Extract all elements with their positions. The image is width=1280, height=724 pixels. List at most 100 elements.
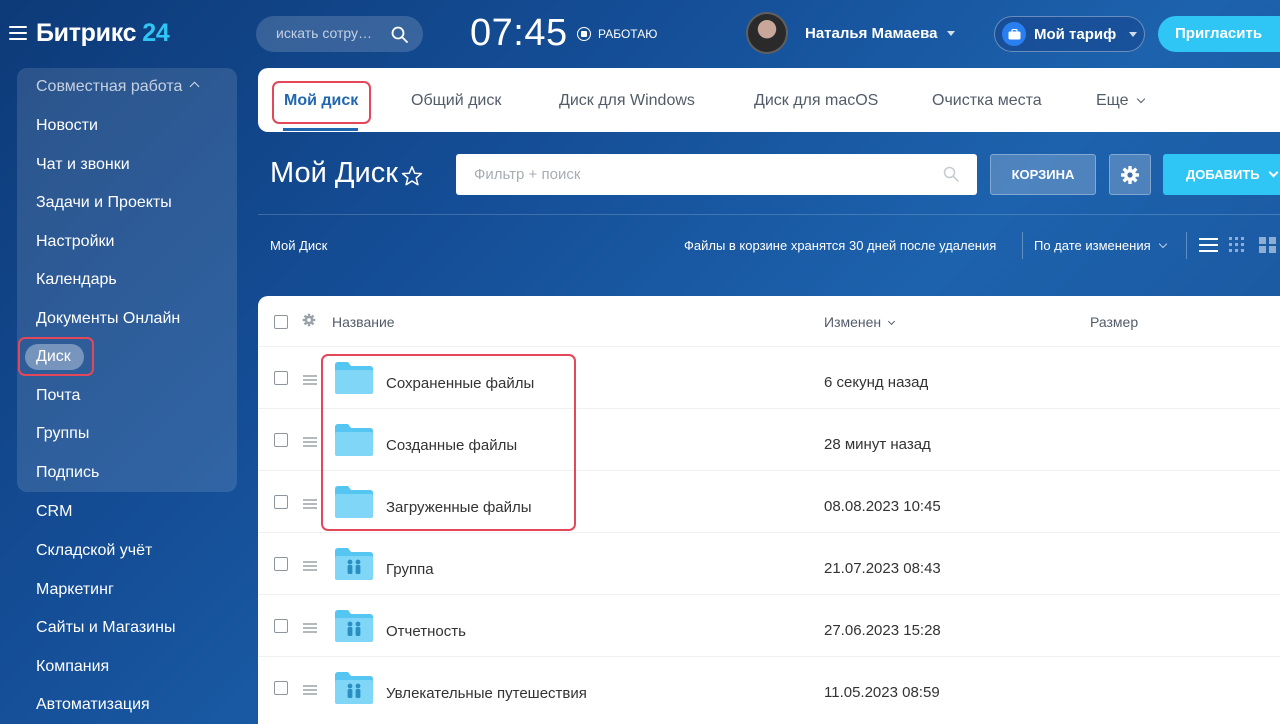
tab-disk-windows[interactable]: Диск для Windows [559, 92, 695, 110]
column-settings-gear-icon[interactable] [302, 313, 316, 327]
sort-label: По дате изменения [1034, 238, 1151, 253]
sidebar-item-mail[interactable]: Почта [36, 387, 80, 405]
table-row[interactable]: Загруженные файлы 08.08.2023 10:45 [258, 470, 1280, 532]
tab-more[interactable]: Еще [1096, 92, 1145, 110]
sidebar-item-sites[interactable]: Сайты и Магазины [36, 619, 175, 637]
group-folder-icon[interactable] [335, 548, 373, 580]
file-modified: 28 минут назад [824, 436, 931, 453]
sidebar-group-title: Совместная работа [36, 78, 183, 95]
sidebar-item-inventory[interactable]: Складской учёт [36, 542, 152, 560]
table-row[interactable]: Сохраненные файлы 6 секунд назад [258, 346, 1280, 408]
file-modified: 21.07.2023 08:43 [824, 560, 941, 577]
group-folder-icon[interactable] [335, 672, 373, 704]
drag-handle-icon[interactable] [303, 561, 317, 571]
sidebar-item-tasks[interactable]: Задачи и Проекты [36, 194, 172, 212]
menu-burger-icon[interactable] [9, 26, 27, 41]
sidebar-item-news[interactable]: Новости [36, 117, 98, 135]
breadcrumb[interactable]: Мой Диск [270, 238, 327, 253]
file-name[interactable]: Сохраненные файлы [386, 375, 534, 392]
employee-search-input[interactable] [276, 25, 384, 41]
top-bar: Битрикс24 07:45 РАБОТАЮ Наталья Мамаева … [0, 0, 1280, 68]
user-menu[interactable]: Наталья Мамаева [746, 12, 955, 54]
add-button[interactable]: ДОБАВИТЬ [1163, 154, 1280, 195]
chevron-down-icon [1136, 94, 1145, 104]
drag-handle-icon[interactable] [303, 685, 317, 695]
folder-icon[interactable] [335, 486, 373, 518]
column-header-modified[interactable]: Изменен [824, 314, 896, 330]
filter-search-input[interactable] [474, 166, 934, 183]
sidebar-group-header[interactable]: Совместная работа [36, 78, 200, 96]
sidebar-item-settings[interactable]: Настройки [36, 233, 114, 251]
grid-small-view-icon[interactable] [1229, 236, 1246, 253]
drag-handle-icon[interactable] [303, 375, 317, 385]
avatar[interactable] [746, 12, 788, 54]
row-checkbox[interactable] [274, 619, 288, 633]
search-icon[interactable] [943, 166, 959, 182]
drag-handle-icon[interactable] [303, 623, 317, 633]
column-header-name[interactable]: Название [332, 314, 395, 330]
active-tab-underline [283, 128, 358, 131]
row-checkbox[interactable] [274, 681, 288, 695]
file-name[interactable]: Отчетность [386, 623, 466, 640]
chevron-down-icon [888, 317, 896, 326]
table-row[interactable]: Созданные файлы 28 минут назад [258, 408, 1280, 470]
sidebar-item-disk[interactable]: Диск [36, 348, 71, 366]
tab-more-label: Еще [1096, 92, 1129, 109]
folder-icon[interactable] [335, 362, 373, 394]
column-header-size[interactable]: Размер [1090, 314, 1138, 330]
row-checkbox[interactable] [274, 495, 288, 509]
table-row[interactable]: Группа 21.07.2023 08:43 [258, 532, 1280, 594]
file-name[interactable]: Группа [386, 561, 434, 578]
table-row[interactable]: Увлекательные путешествия 11.05.2023 08:… [258, 656, 1280, 718]
file-name[interactable]: Созданные файлы [386, 437, 517, 454]
drag-handle-icon[interactable] [303, 499, 317, 509]
file-name[interactable]: Загруженные файлы [386, 499, 532, 516]
tab-disk-macos[interactable]: Диск для macOS [754, 92, 878, 110]
search-icon[interactable] [391, 26, 408, 43]
row-checkbox[interactable] [274, 433, 288, 447]
sidebar-item-company[interactable]: Компания [36, 658, 109, 676]
logo[interactable]: Битрикс 24 [36, 19, 170, 48]
sidebar-item-documents[interactable]: Документы Онлайн [36, 310, 180, 328]
divider [1186, 232, 1187, 259]
employee-search[interactable] [256, 16, 423, 52]
clock: 07:45 [470, 12, 568, 54]
user-name: Наталья Мамаева [805, 24, 938, 42]
sidebar-item-calendar[interactable]: Календарь [36, 271, 117, 289]
invite-button[interactable]: Пригласить [1158, 16, 1280, 52]
folder-icon[interactable] [335, 424, 373, 456]
sort-dropdown[interactable]: По дате изменения [1034, 238, 1167, 253]
divider [258, 214, 1280, 215]
tab-cleanup[interactable]: Очистка места [932, 92, 1042, 110]
disk-tab-bar: Мой диск Общий диск Диск для Windows Дис… [258, 68, 1280, 132]
row-checkbox[interactable] [274, 557, 288, 571]
drag-handle-icon[interactable] [303, 437, 317, 447]
grid-large-view-icon[interactable] [1259, 236, 1276, 253]
divider [1022, 232, 1023, 259]
filter-search[interactable] [456, 154, 977, 195]
logo-number: 24 [142, 19, 170, 47]
tab-common-disk[interactable]: Общий диск [411, 92, 501, 110]
sidebar-item-automation[interactable]: Автоматизация [36, 696, 150, 714]
tariff-button[interactable]: Мой тариф [994, 16, 1145, 52]
group-folder-icon[interactable] [335, 610, 373, 642]
work-status-button[interactable]: РАБОТАЮ [577, 27, 657, 41]
sidebar-item-chat[interactable]: Чат и звонки [36, 156, 130, 174]
trash-button[interactable]: КОРЗИНА [990, 154, 1096, 195]
sidebar-item-groups[interactable]: Группы [36, 425, 89, 443]
tab-my-disk[interactable]: Мой диск [284, 92, 358, 110]
favorite-star-icon[interactable] [400, 164, 424, 188]
select-all-checkbox[interactable] [274, 315, 288, 329]
settings-button[interactable] [1109, 154, 1151, 195]
file-name[interactable]: Увлекательные путешествия [386, 685, 587, 702]
sidebar-item-crm[interactable]: CRM [36, 503, 72, 521]
sidebar-item-signature[interactable]: Подпись [36, 464, 99, 482]
chevron-down-icon [1158, 239, 1167, 249]
chevron-down-icon [1129, 31, 1138, 37]
chevron-down-icon [1268, 167, 1279, 178]
table-row[interactable]: Отчетность 27.06.2023 15:28 [258, 594, 1280, 656]
trash-retention-note: Файлы в корзине хранятся 30 дней после у… [684, 238, 997, 253]
row-checkbox[interactable] [274, 371, 288, 385]
sidebar-item-marketing[interactable]: Маркетинг [36, 581, 114, 599]
list-view-icon[interactable] [1199, 236, 1218, 253]
